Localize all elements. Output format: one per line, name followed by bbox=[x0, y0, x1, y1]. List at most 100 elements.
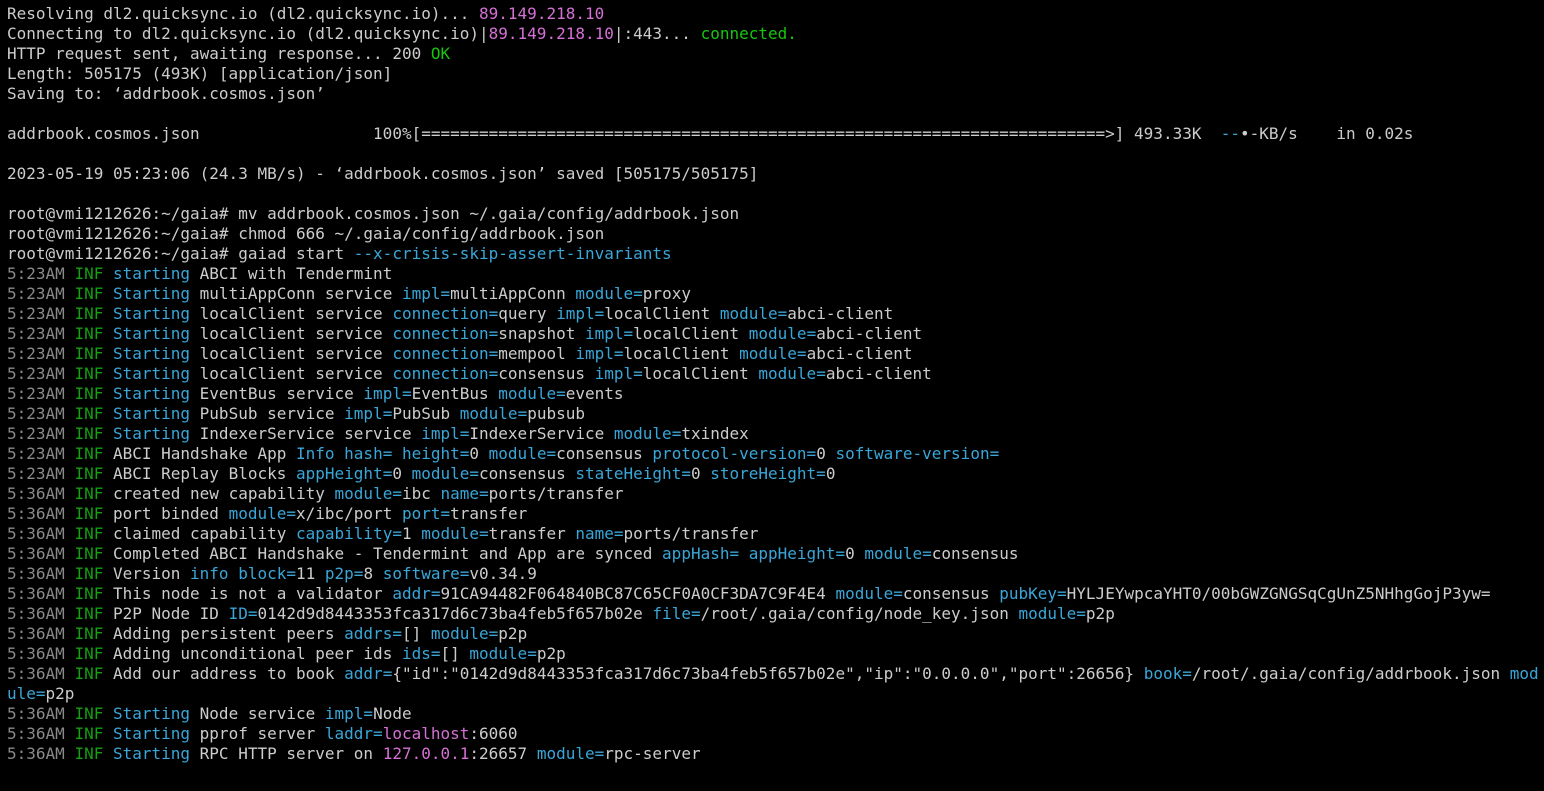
terminal-text-segment: Starting bbox=[112, 284, 191, 303]
terminal-text-segment: Starting bbox=[112, 704, 191, 723]
terminal-text-segment: OK bbox=[430, 44, 451, 63]
terminal-text-segment: INF bbox=[74, 364, 113, 383]
terminal-line: 5:23AM INF ABCI Handshake App Info hash=… bbox=[7, 444, 1544, 464]
terminal-text-segment: consensus bbox=[931, 544, 1019, 563]
terminal-text-segment: Resolving dl2.quicksync.io (dl2.quicksyn… bbox=[7, 4, 480, 23]
terminal-text-segment: consensus bbox=[498, 364, 595, 383]
terminal-text-segment: PubSub service bbox=[190, 404, 345, 423]
terminal-text-segment: INF bbox=[74, 544, 113, 563]
terminal-text-segment: module= bbox=[748, 324, 817, 343]
terminal-text-segment: multiAppConn service bbox=[190, 284, 402, 303]
terminal-text-segment: impl= bbox=[324, 704, 374, 723]
terminal-text-segment: mempool bbox=[498, 344, 576, 363]
terminal-text-segment: Starting bbox=[112, 724, 191, 743]
terminal-text-segment: impl= bbox=[344, 404, 393, 423]
terminal-text-segment: 0 bbox=[690, 464, 711, 483]
terminal-text-segment: localClient service bbox=[190, 364, 393, 383]
terminal-line: Connecting to dl2.quicksync.io (dl2.quic… bbox=[7, 24, 1544, 44]
terminal-text-segment: Node service bbox=[190, 704, 325, 723]
terminal-text-segment: port binded bbox=[112, 504, 229, 523]
terminal-line: 5:36AM INF Completed ABCI Handshake - Te… bbox=[7, 544, 1544, 564]
terminal-line: 5:23AM INF Starting multiAppConn service… bbox=[7, 284, 1544, 304]
terminal-text-segment: Saving to: ‘addrbook.cosmos.json’ bbox=[7, 84, 325, 103]
terminal-text-segment: 5:23AM bbox=[7, 384, 75, 403]
terminal-text-segment: module= bbox=[758, 364, 826, 383]
terminal-text-segment: P2P Node ID bbox=[112, 604, 229, 623]
terminal-text-segment: 5:36AM bbox=[7, 484, 75, 503]
terminal-text-segment: :6060 bbox=[469, 724, 518, 743]
terminal-text-segment: •-KB/s in 0.02s bbox=[1240, 124, 1414, 143]
terminal-text-segment: created new capability bbox=[112, 484, 335, 503]
terminal-text-segment: 5:23AM bbox=[7, 284, 75, 303]
terminal-text-segment: 0 bbox=[392, 464, 412, 483]
terminal-text-segment: INF bbox=[74, 604, 113, 623]
terminal-text-segment: 5:23AM bbox=[7, 424, 75, 443]
terminal-text-segment: ports/transfer bbox=[623, 524, 759, 543]
terminal-line: 5:36AM INF Adding unconditional peer ids… bbox=[7, 644, 1544, 664]
terminal-line: addrbook.cosmos.json 100%[==============… bbox=[7, 124, 1544, 144]
terminal-text-segment: impl= bbox=[556, 304, 605, 323]
terminal-text-segment: INF bbox=[74, 484, 113, 503]
terminal-text-segment: HTTP request sent, awaiting response... … bbox=[7, 44, 431, 63]
terminal-text-segment: consensus bbox=[479, 464, 576, 483]
terminal-text-segment: 5:23AM bbox=[7, 264, 75, 283]
terminal-text-segment: x/ibc/port bbox=[296, 504, 402, 523]
terminal-line: Resolving dl2.quicksync.io (dl2.quicksyn… bbox=[7, 4, 1544, 24]
terminal-text-segment: 5:23AM bbox=[7, 324, 75, 343]
terminal-line: 5:36AM INF claimed capability capability… bbox=[7, 524, 1544, 544]
terminal-text-segment: module= bbox=[498, 384, 566, 403]
terminal-text-segment: 11 bbox=[296, 564, 325, 583]
terminal-text-segment: INF bbox=[74, 724, 113, 743]
terminal-text-segment: pprof server bbox=[190, 724, 325, 743]
terminal-text-segment: Info hash= height= bbox=[296, 444, 470, 463]
terminal-line: 2023-05-19 05:23:06 (24.3 MB/s) - ‘addrb… bbox=[7, 164, 1544, 184]
terminal-text-segment: INF bbox=[74, 644, 113, 663]
terminal-text-segment: localClient bbox=[604, 304, 720, 323]
terminal-text-segment: root@vmi1212626:~/gaia# gaiad start bbox=[7, 244, 354, 263]
terminal-text-segment: module= bbox=[469, 644, 537, 663]
terminal-text-segment: impl= bbox=[594, 364, 643, 383]
terminal-text-segment: INF bbox=[74, 464, 113, 483]
terminal-text-segment: localClient bbox=[633, 324, 749, 343]
terminal-window[interactable]: Resolving dl2.quicksync.io (dl2.quicksyn… bbox=[0, 0, 1544, 791]
terminal-text-segment: p2p bbox=[498, 624, 528, 643]
terminal-text-segment: connection= bbox=[392, 364, 499, 383]
terminal-text-segment: Adding persistent peers bbox=[112, 624, 345, 643]
terminal-text-segment: module= bbox=[835, 584, 903, 603]
terminal-text-segment: 5:23AM bbox=[7, 364, 75, 383]
terminal-text-segment: ABCI with Tendermint bbox=[190, 264, 393, 283]
terminal-line: 5:23AM INF Starting localClient service … bbox=[7, 324, 1544, 344]
terminal-text-segment: software-version= bbox=[835, 444, 1000, 463]
terminal-text-segment: module= bbox=[411, 464, 480, 483]
terminal-text-segment: 5:23AM bbox=[7, 444, 75, 463]
terminal-line: 5:23AM INF starting ABCI with Tendermint bbox=[7, 264, 1544, 284]
terminal-line: 5:23AM INF Starting localClient service … bbox=[7, 344, 1544, 364]
terminal-text-segment: INF bbox=[74, 704, 113, 723]
terminal-line: HTTP request sent, awaiting response... … bbox=[7, 44, 1544, 64]
terminal-text-segment: 0 bbox=[825, 464, 836, 483]
terminal-line: 5:36AM INF Version info block=11 p2p=8 s… bbox=[7, 564, 1544, 584]
terminal-text-segment: localClient bbox=[623, 344, 740, 363]
terminal-text-segment: addr= bbox=[344, 664, 393, 683]
terminal-text-segment: impl= bbox=[585, 324, 634, 343]
terminal-text-segment: module= bbox=[739, 344, 807, 363]
terminal-text-segment: info block= bbox=[190, 564, 296, 583]
terminal-text-segment: root@vmi1212626:~/gaia# chmod 666 ~/.gai… bbox=[7, 224, 605, 243]
terminal-line: 5:36AM INF Starting Node service impl=No… bbox=[7, 704, 1544, 724]
terminal-text-segment: Connecting to dl2.quicksync.io (dl2.quic… bbox=[7, 24, 489, 43]
terminal-text-segment: Starting bbox=[112, 384, 191, 403]
terminal-text-segment: p2p bbox=[1085, 604, 1115, 623]
terminal-line: 5:36AM INF Starting RPC HTTP server on 1… bbox=[7, 744, 1544, 764]
terminal-text-segment: book= bbox=[1143, 664, 1192, 683]
terminal-text-segment: txindex bbox=[681, 424, 749, 443]
terminal-text-segment: INF bbox=[74, 344, 113, 363]
terminal-text-segment: claimed capability bbox=[112, 524, 296, 543]
terminal-text-segment: 89.149.218.10 bbox=[479, 4, 605, 23]
terminal-text-segment: starting bbox=[112, 264, 191, 283]
terminal-line: 5:36AM INF P2P Node ID ID=0142d9d8443353… bbox=[7, 604, 1544, 624]
terminal-text-segment: EventBus bbox=[411, 384, 499, 403]
terminal-text-segment: [] bbox=[440, 644, 470, 663]
terminal-text-segment: impl= bbox=[575, 344, 624, 363]
